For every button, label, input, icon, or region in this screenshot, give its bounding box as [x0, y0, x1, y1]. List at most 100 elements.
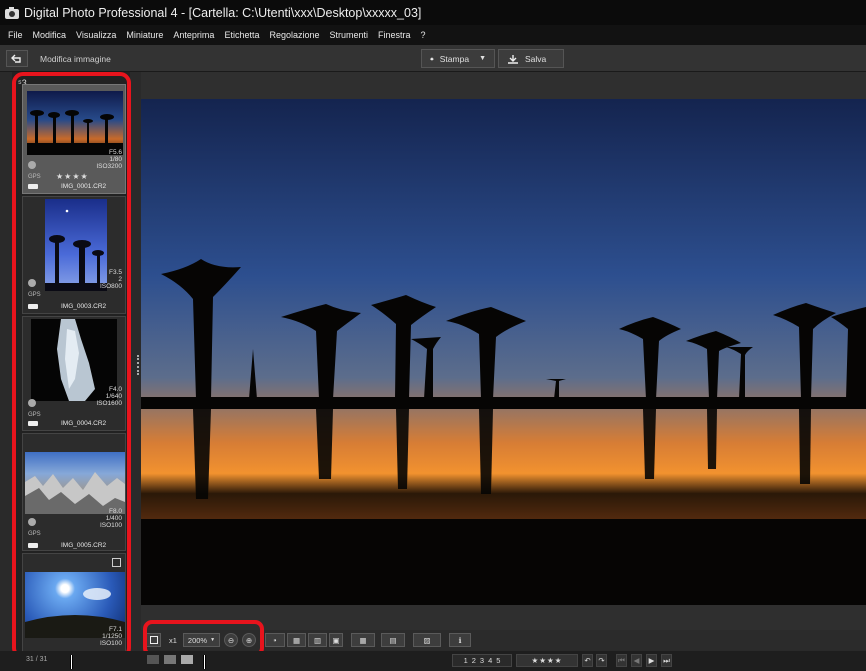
gps-badge: GPS — [28, 292, 41, 298]
label-4[interactable]: 4 — [488, 656, 492, 665]
thumbnail-2-filename: IMG_0003.CR2 — [61, 303, 107, 310]
expand-icon[interactable] — [112, 558, 121, 567]
app-logo-icon — [4, 6, 20, 20]
list-view-icon[interactable] — [164, 655, 176, 664]
fit-view-button[interactable] — [146, 633, 161, 647]
warning-icon: ▣ — [332, 635, 340, 645]
thumbnail-5[interactable]: F7.1 1/1250 ISO100 — [22, 553, 126, 653]
last-image-icon[interactable]: ⏭ — [661, 654, 672, 667]
pointer-marker-left — [70, 655, 73, 669]
info-button[interactable]: ℹ — [449, 633, 471, 647]
menu-bar: File Modifica Visualizza Miniature Antep… — [0, 25, 866, 45]
rating-stars[interactable]: ★★★★ — [516, 654, 578, 667]
printer-icon — [430, 57, 434, 60]
edit-status-icon — [28, 518, 36, 526]
info-icon: ℹ — [458, 635, 462, 645]
menu-adjustment[interactable]: Regolazione — [264, 30, 324, 40]
menu-file[interactable]: File — [0, 30, 28, 40]
thumbnail-1[interactable]: F5.6 1/80 ISO3200 GPS ★★★★ IMG_0001.CR2 — [22, 84, 126, 194]
thumbnail-1-exposure: F5.6 1/80 ISO3200 — [96, 149, 122, 170]
aperture: F7.1 — [108, 626, 122, 633]
menu-tools[interactable]: Strumenti — [325, 30, 374, 40]
edit-status-icon — [28, 399, 36, 407]
thumbnail-3-filename: IMG_0004.CR2 — [61, 420, 107, 427]
shutter: 1/400 — [105, 515, 122, 522]
iso: ISO3200 — [96, 163, 122, 170]
save-label: Salva — [525, 53, 547, 64]
splitter-grip-icon — [137, 355, 139, 375]
menu-window[interactable]: Finestra — [373, 30, 416, 40]
iso: ISO100 — [99, 522, 122, 529]
raw-badge-icon — [28, 543, 38, 548]
raw-badge-icon — [28, 304, 38, 309]
thumbnail-4[interactable]: F8.0 1/400 ISO100 GPS IMG_0005.CR2 — [22, 433, 126, 551]
thumbnail-4-image — [25, 452, 125, 514]
print-preview-button[interactable]: ▤ — [381, 633, 405, 647]
thumbnail-3[interactable]: F4.0 1/640 ISO1600 GPS IMG_0004.CR2 — [22, 316, 126, 431]
chevron-down-icon: ▼ — [210, 637, 216, 643]
back-button[interactable] — [6, 50, 28, 67]
grid-overlay-button[interactable]: ▦ — [287, 633, 306, 647]
iso: ISO800 — [99, 283, 122, 290]
save-icon — [508, 54, 518, 64]
gps-badge: GPS — [28, 174, 41, 180]
print-button[interactable]: Stampa ▼ — [421, 49, 495, 68]
color-button[interactable]: ▨ — [413, 633, 441, 647]
af-point-button[interactable]: ⁍ — [265, 633, 285, 647]
aperture: F3.5 — [108, 269, 122, 276]
menu-label[interactable]: Etichetta — [219, 30, 264, 40]
fit-icon — [149, 636, 158, 644]
label-5[interactable]: 5 — [496, 656, 500, 665]
zoom-value: 200% — [187, 635, 208, 645]
zoom-in-button[interactable]: ⊕ — [242, 633, 256, 647]
menu-thumbnails[interactable]: Miniature — [121, 30, 168, 40]
grid-view-icon[interactable] — [147, 655, 159, 664]
app-window: Digital Photo Professional 4 - [Cartella… — [0, 0, 866, 671]
menu-edit[interactable]: Modifica — [28, 30, 72, 40]
menu-help[interactable]: ? — [416, 30, 431, 40]
label-1[interactable]: 1 — [464, 656, 468, 665]
print-dropdown-icon[interactable]: ▼ — [479, 55, 486, 62]
view-mode-icons — [147, 655, 193, 664]
save-button[interactable]: Salva — [498, 49, 564, 68]
edit-status-icon — [28, 279, 36, 287]
rotate-right-icon[interactable]: ↷ — [596, 654, 607, 667]
grid-icon: ▦ — [292, 635, 301, 645]
thumbnail-1-filename: IMG_0001.CR2 — [61, 183, 107, 190]
gps-badge: GPS — [28, 412, 41, 418]
highlight-warning-button[interactable]: ▣ — [329, 633, 343, 647]
rotate-left-icon[interactable]: ↶ — [582, 654, 593, 667]
shutter: 1/1250 — [102, 633, 122, 640]
previous-image-icon[interactable]: ◀ — [631, 654, 642, 667]
gps-badge: GPS — [28, 531, 41, 537]
window-title: Digital Photo Professional 4 - [Cartella… — [24, 5, 422, 20]
thumbnail-2[interactable]: F3.5 2 ISO800 GPS IMG_0003.CR2 — [22, 196, 126, 314]
print-preview-icon: ▤ — [389, 635, 397, 645]
color-icon: ▨ — [423, 635, 431, 645]
zoom-select[interactable]: 200% ▼ — [183, 633, 220, 647]
compare-button[interactable]: ▥ — [308, 633, 327, 647]
iso: ISO1600 — [96, 400, 122, 407]
label-2[interactable]: 2 — [472, 656, 476, 665]
layout-button[interactable]: ▦ — [351, 633, 375, 647]
zoom-out-button[interactable]: ⊖ — [224, 633, 238, 647]
label-3[interactable]: 3 — [480, 656, 484, 665]
first-image-icon[interactable]: ⏮ — [616, 654, 627, 667]
preview-image[interactable] — [141, 99, 866, 605]
single-view-icon[interactable] — [181, 655, 193, 664]
af-point-icon: ⁍ — [273, 635, 277, 645]
menu-view[interactable]: Visualizza — [71, 30, 121, 40]
shutter: 1/640 — [105, 393, 122, 400]
next-image-icon[interactable]: ▶ — [646, 654, 657, 667]
thumbnail-1-stars[interactable]: ★★★★ — [56, 172, 89, 181]
print-label: Stampa — [439, 53, 470, 64]
raw-badge-icon — [28, 421, 38, 426]
title-bar: Digital Photo Professional 4 - [Cartella… — [0, 0, 866, 25]
aperture: F5.6 — [108, 149, 122, 156]
pointer-marker-right — [203, 655, 206, 669]
thumbnail-1-image — [27, 91, 123, 155]
menu-preview[interactable]: Anteprima — [168, 30, 219, 40]
zoom-x1-button[interactable]: x1 — [165, 633, 181, 647]
back-arrow-icon — [11, 54, 21, 63]
color-label-group[interactable]: 1 2 3 4 5 — [452, 654, 512, 667]
